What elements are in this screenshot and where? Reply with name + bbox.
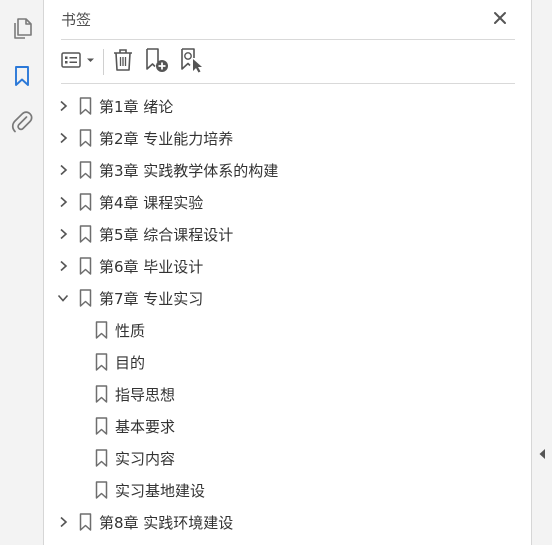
- bookmark-icon: [94, 321, 108, 339]
- rail-bookmarks-button[interactable]: [8, 64, 36, 92]
- bookmark-label: 目的: [115, 353, 146, 372]
- bookmark-label: 指导思想: [115, 385, 176, 404]
- bookmark-icon: [94, 417, 108, 435]
- pages-icon: [12, 18, 32, 44]
- bookmark-label: 实习基地建设: [115, 481, 206, 500]
- bookmark-item[interactable]: 第1章 绪论: [56, 90, 173, 122]
- delete-bookmark-button[interactable]: [111, 48, 135, 76]
- bookmark-label: 第8章 实践环境建设: [99, 513, 234, 532]
- bookmark-icon: [94, 353, 108, 371]
- bookmark-child-item[interactable]: 实习基地建设: [94, 474, 205, 506]
- toolbar-separator: [103, 49, 104, 75]
- bookmark-label: 基本要求: [115, 417, 176, 436]
- attachment-icon: [11, 110, 33, 138]
- triangle-left-icon: [538, 445, 546, 464]
- panel-edge-strip: [531, 0, 552, 545]
- bookmark-label: 性质: [115, 321, 146, 340]
- bookmark-child-item[interactable]: 指导思想: [94, 378, 175, 410]
- chevron-right-icon[interactable]: [56, 227, 70, 241]
- bookmark-label: 第6章 毕业设计: [99, 257, 204, 276]
- bookmark-icon: [78, 161, 92, 179]
- bookmark-icon: [94, 449, 108, 467]
- bookmark-icon: [94, 481, 108, 499]
- bookmark-item[interactable]: 第3章 实践教学体系的构建: [56, 154, 278, 186]
- bookmark-child-item[interactable]: 实习内容: [94, 442, 175, 474]
- new-bookmark-button[interactable]: [144, 48, 170, 76]
- bookmark-child-item[interactable]: 基本要求: [94, 410, 175, 442]
- bookmark-item[interactable]: 第7章 专业实习: [56, 282, 203, 314]
- panel-title: 书签: [61, 11, 92, 29]
- bookmark-icon: [13, 65, 31, 91]
- bookmark-label: 第5章 综合课程设计: [99, 225, 234, 244]
- bookmark-options-button[interactable]: [61, 48, 97, 76]
- bookmark-icon: [78, 97, 92, 115]
- new-bookmark-icon: [144, 47, 170, 77]
- toolbar-divider: [61, 83, 515, 84]
- bookmark-label: 第3章 实践教学体系的构建: [99, 161, 279, 180]
- bookmark-item[interactable]: 第5章 综合课程设计: [56, 218, 233, 250]
- rail-attachments-button[interactable]: [8, 110, 36, 138]
- bookmark-label: 第4章 课程实验: [99, 193, 204, 212]
- bookmark-from-selection-icon: [179, 47, 205, 77]
- close-panel-button[interactable]: [489, 8, 511, 30]
- chevron-right-icon[interactable]: [56, 99, 70, 113]
- bookmark-icon: [78, 257, 92, 275]
- bookmark-icon: [78, 225, 92, 243]
- bookmark-icon: [78, 513, 92, 531]
- bookmark-options-icon: [61, 50, 97, 74]
- chevron-down-icon[interactable]: [56, 291, 70, 305]
- delete-icon: [112, 48, 134, 76]
- bookmark-item[interactable]: 第4章 课程实验: [56, 186, 203, 218]
- title-divider: [61, 39, 515, 40]
- bookmark-icon: [78, 289, 92, 307]
- bookmark-item[interactable]: 第8章 实践环境建设: [56, 506, 233, 538]
- chevron-right-icon[interactable]: [56, 163, 70, 177]
- bookmark-from-selection-button[interactable]: [179, 48, 205, 76]
- bookmark-child-item[interactable]: 目的: [94, 346, 145, 378]
- collapse-panel-button[interactable]: [535, 444, 549, 464]
- chevron-right-icon[interactable]: [56, 131, 70, 145]
- chevron-right-icon[interactable]: [56, 195, 70, 209]
- bookmarks-panel: 书签 第1章 绪论 第2章 专业能力培养 第3章 实践教学体系的构建 第4章 课…: [45, 0, 531, 545]
- chevron-right-icon[interactable]: [56, 259, 70, 273]
- bookmark-label: 第2章 专业能力培养: [99, 129, 234, 148]
- left-navigation-rail: [0, 0, 44, 545]
- bookmark-icon: [78, 129, 92, 147]
- close-icon: [493, 10, 507, 29]
- bookmark-label: 第1章 绪论: [99, 97, 174, 116]
- bookmark-label: 第7章 专业实习: [99, 289, 204, 308]
- bookmark-item[interactable]: 第6章 毕业设计: [56, 250, 203, 282]
- rail-pages-button[interactable]: [8, 17, 36, 45]
- bookmark-icon: [94, 385, 108, 403]
- bookmark-child-item[interactable]: 性质: [94, 314, 145, 346]
- bookmark-label: 实习内容: [115, 449, 176, 468]
- bookmark-icon: [78, 193, 92, 211]
- chevron-right-icon[interactable]: [56, 515, 70, 529]
- bookmark-item[interactable]: 第2章 专业能力培养: [56, 122, 233, 154]
